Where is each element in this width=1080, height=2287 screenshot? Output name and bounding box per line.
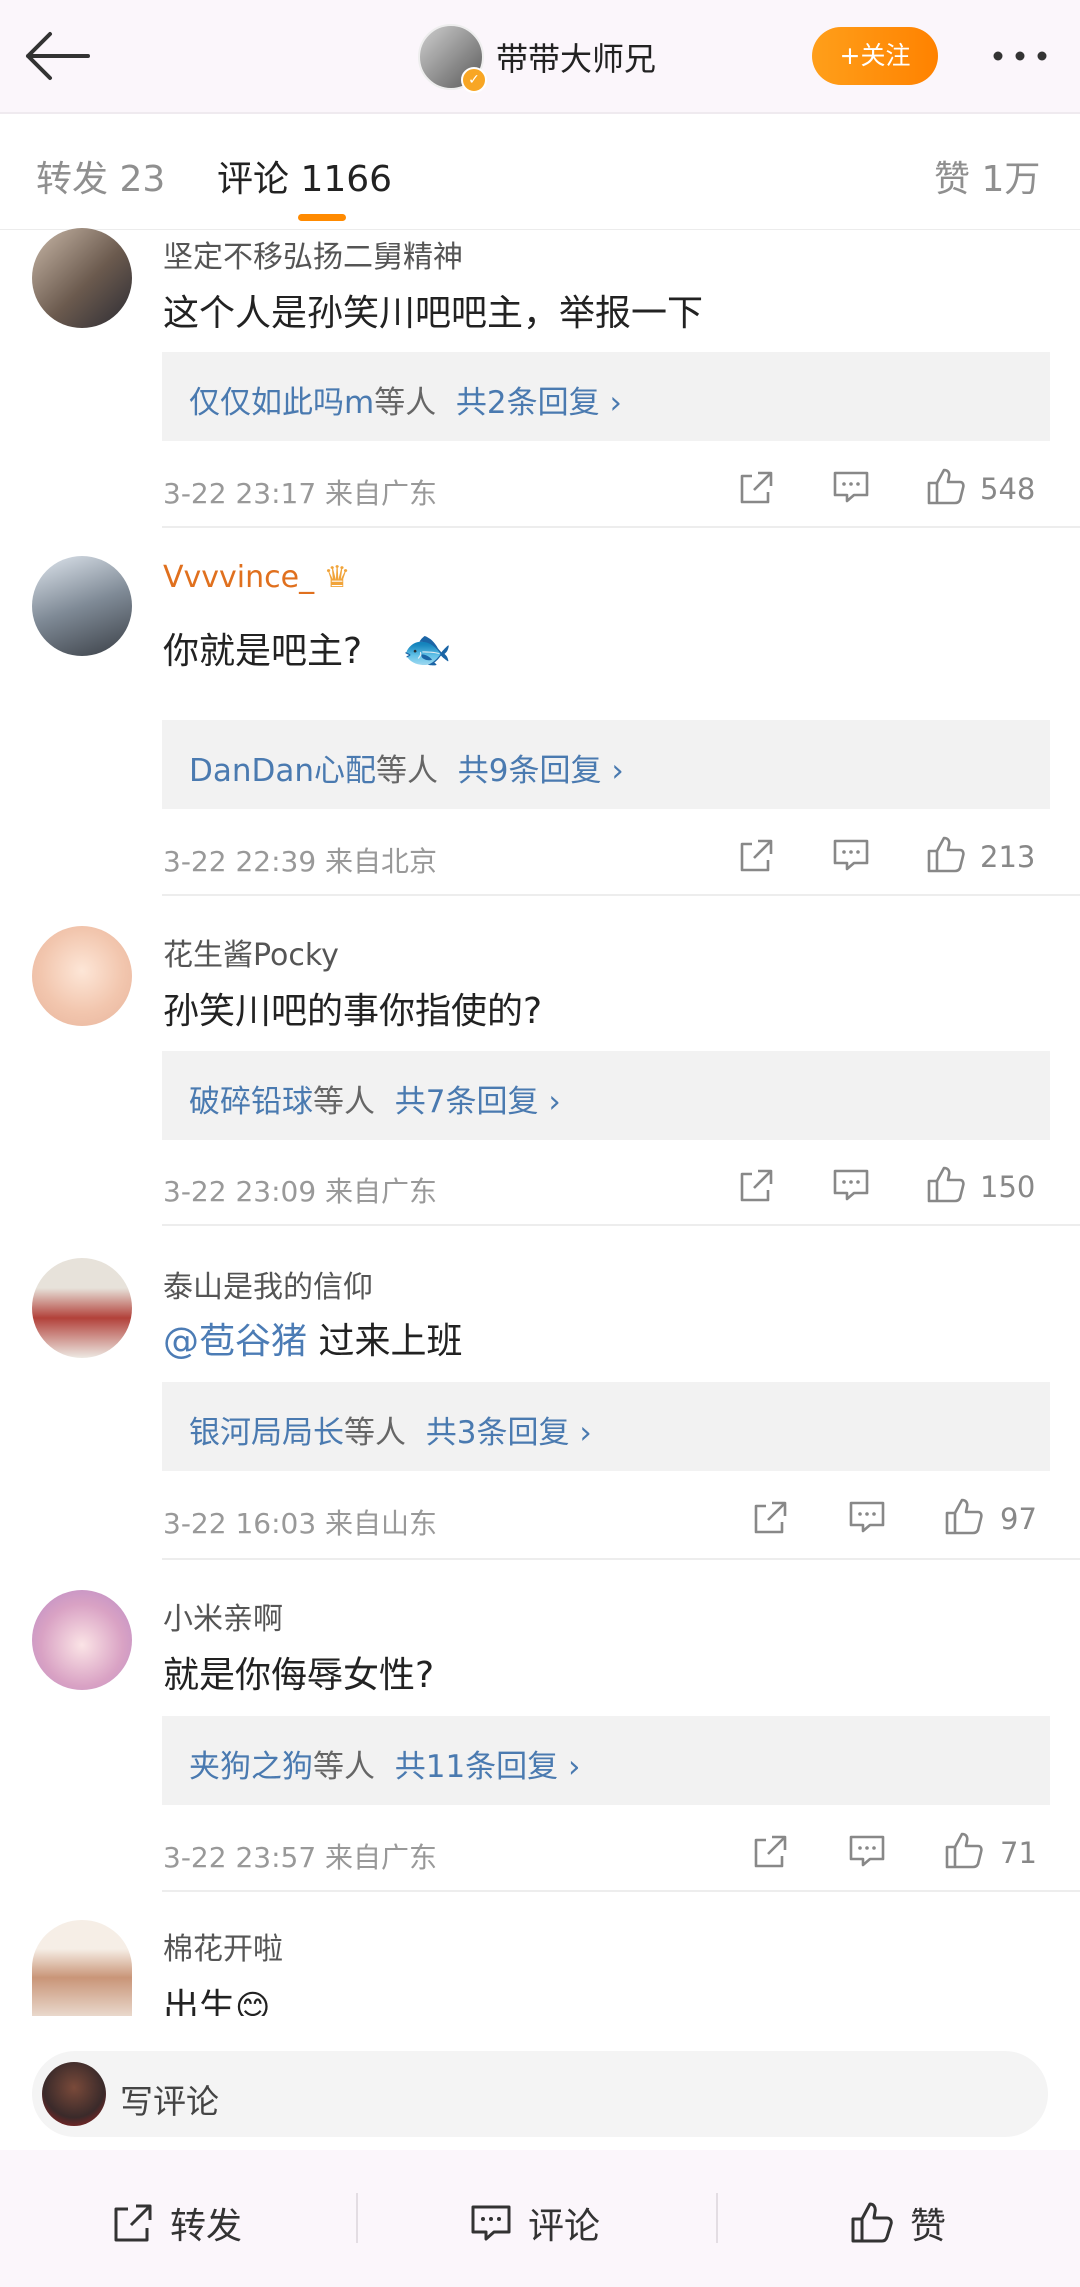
divider [162, 1224, 1080, 1226]
like-icon[interactable] [926, 834, 966, 874]
comment-text: @苞谷猪 过来上班 [163, 1321, 463, 1362]
comment-text: 就是你侮辱女性? [163, 1655, 435, 1696]
back-arrow-icon[interactable] [22, 28, 92, 84]
tab-comment[interactable]: 评论 1166 [217, 150, 392, 202]
comment-meta: 3-22 23:17 来自广东 [163, 477, 438, 510]
write-comment-placeholder[interactable]: 写评论 [120, 2075, 219, 2123]
chevron-right-icon: › [579, 1415, 592, 1451]
comment-author[interactable]: Vvvvince_ ♛ [163, 560, 351, 595]
emoji-icon: 😊 [235, 1988, 271, 2016]
share-icon[interactable] [752, 1500, 788, 1536]
more-options-icon[interactable] [990, 36, 1050, 76]
divider [0, 229, 1080, 230]
comment-author[interactable]: 花生酱Pocky [163, 930, 339, 974]
fish-sticker-icon: 🐟 [402, 627, 452, 673]
replies-preview[interactable]: 破碎铅球等人 共7条回复 › [162, 1051, 1050, 1140]
replies-preview[interactable]: 仅仅如此吗m等人 共2条回复 › [162, 352, 1050, 441]
replies-suffix: 等人 [313, 1084, 375, 1120]
like-icon[interactable] [944, 1496, 984, 1536]
replies-preview[interactable]: DanDan心配等人 共9条回复 › [162, 720, 1050, 809]
comment-icon[interactable] [832, 1168, 870, 1202]
replies-count[interactable]: 共7条回复 [395, 1084, 539, 1120]
comment-author[interactable]: 坚定不移弘扬二舅精神 [163, 232, 463, 276]
my-avatar [42, 2062, 106, 2126]
crown-badge-icon: ♛ [323, 560, 351, 595]
forward-button[interactable]: 转发 [170, 2197, 242, 2249]
tab-like[interactable]: 赞 1万 [934, 150, 1040, 202]
author-name[interactable]: 带带大师兄 [496, 34, 656, 80]
like-button[interactable]: 赞 [910, 2197, 946, 2249]
mention-link[interactable]: @苞谷猪 [163, 1321, 307, 1362]
like-icon[interactable] [926, 466, 966, 506]
chevron-right-icon: › [568, 1749, 581, 1785]
comment-meta: 3-22 22:39 来自北京 [163, 845, 438, 878]
tab-forward[interactable]: 转发 23 [36, 150, 165, 202]
divider [162, 894, 1080, 896]
like-icon[interactable] [850, 2200, 894, 2244]
active-tab-indicator [298, 214, 346, 221]
comment-button[interactable]: 评论 [528, 2197, 600, 2249]
comment-author[interactable]: 小米亲啊 [163, 1594, 283, 1638]
verified-badge-icon: ✓ [461, 67, 487, 93]
divider [356, 2193, 358, 2243]
forward-icon[interactable] [112, 2202, 154, 2244]
replies-count[interactable]: 共2条回复 [456, 385, 600, 421]
comment-text: 这个人是孙笑川吧吧主，举报一下 [163, 293, 704, 334]
share-icon[interactable] [738, 470, 774, 506]
chevron-right-icon: › [611, 753, 624, 789]
like-count: 97 [1000, 1502, 1037, 1536]
comment-icon[interactable] [848, 1834, 886, 1868]
comment-text: 你就是吧主? 🐟 [163, 627, 452, 673]
like-count: 71 [1000, 1836, 1037, 1870]
like-count: 150 [980, 1170, 1036, 1204]
comment-avatar[interactable] [32, 1920, 132, 2016]
share-icon[interactable] [752, 1834, 788, 1870]
replies-preview[interactable]: 银河局局长等人 共3条回复 › [162, 1382, 1050, 1471]
divider [162, 526, 1080, 528]
like-icon[interactable] [944, 1830, 984, 1870]
comment-icon[interactable] [832, 838, 870, 872]
chevron-right-icon: › [609, 385, 622, 421]
comment-text: 出生😊 [163, 1978, 270, 2016]
follow-button[interactable]: +关注 [812, 27, 938, 85]
replies-preview[interactable]: 夹狗之狗等人 共11条回复 › [162, 1716, 1050, 1805]
comment-avatar[interactable] [32, 228, 132, 328]
like-count: 213 [980, 840, 1036, 874]
comment-icon[interactable] [832, 470, 870, 504]
replies-suffix: 等人 [344, 1415, 406, 1451]
comment-author[interactable]: 棉花开啦 [163, 1924, 283, 1968]
comment-text: 孙笑川吧的事你指使的? [163, 991, 543, 1032]
replies-count[interactable]: 共3条回复 [426, 1415, 570, 1451]
reply-author[interactable]: 仅仅如此吗m [189, 385, 374, 421]
comment-meta: 3-22 23:09 来自广东 [163, 1175, 438, 1208]
divider [162, 1890, 1080, 1892]
replies-suffix: 等人 [376, 753, 439, 789]
comment-author[interactable]: 泰山是我的信仰 [163, 1262, 373, 1306]
share-icon[interactable] [738, 1168, 774, 1204]
divider [716, 2193, 718, 2243]
replies-suffix: 等人 [313, 1749, 375, 1785]
comment-avatar[interactable] [32, 556, 132, 656]
chevron-right-icon: › [548, 1084, 561, 1120]
comment-meta: 3-22 16:03 来自山东 [163, 1507, 438, 1540]
like-icon[interactable] [926, 1164, 966, 1204]
comment-avatar[interactable] [32, 926, 132, 1026]
reply-author[interactable]: 破碎铅球 [189, 1084, 313, 1120]
reply-author[interactable]: 夹狗之狗 [189, 1749, 313, 1785]
comment-avatar[interactable] [32, 1590, 132, 1690]
reply-author[interactable]: DanDan心配 [189, 753, 376, 789]
share-icon[interactable] [738, 838, 774, 874]
like-count: 548 [980, 472, 1036, 506]
comment-meta: 3-22 23:57 来自广东 [163, 1841, 438, 1874]
replies-count[interactable]: 共11条回复 [395, 1749, 558, 1785]
replies-count[interactable]: 共9条回复 [458, 753, 602, 789]
divider [162, 1558, 1080, 1560]
replies-suffix: 等人 [374, 385, 437, 421]
reply-author[interactable]: 银河局局长 [189, 1415, 344, 1451]
comment-avatar[interactable] [32, 1258, 132, 1358]
comment-icon[interactable] [848, 1500, 886, 1534]
comment-icon[interactable] [470, 2204, 512, 2242]
